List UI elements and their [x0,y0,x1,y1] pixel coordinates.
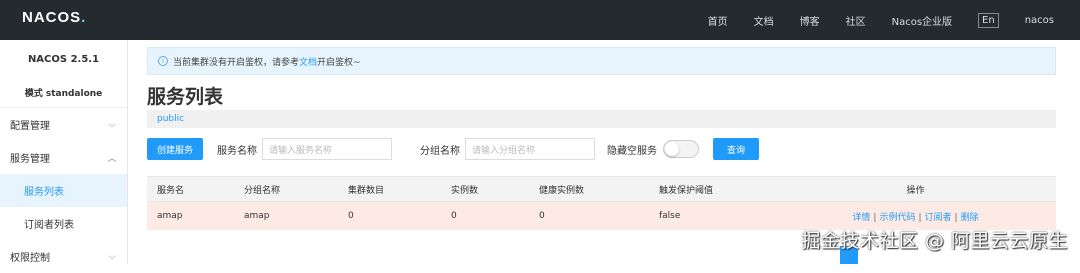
group-name-input[interactable]: 请输入分组名称 [465,138,596,160]
chevron-down-icon: ⌵ [108,119,116,130]
subscribers-link[interactable]: 订阅者 [925,213,952,223]
cell-healthy: 0 [539,211,545,221]
toggle-knob [665,142,680,156]
chevron-down-icon: ⌵ [108,251,116,262]
nav-enterprise[interactable]: Nacos企业版 [892,13,952,28]
filter-bar: 创建服务 服务名称 请输入服务名称 分组名称 请输入分组名称 隐藏空服务 查询 [147,137,760,161]
sidebar-item-auth[interactable]: 权限控制 ⌵ [0,240,127,273]
col-ops: 操作 [906,185,925,196]
create-service-button[interactable]: 创建服务 [147,138,204,160]
delete-link[interactable]: 删除 [961,213,979,223]
sample-code-link[interactable]: 示例代码 [879,213,915,223]
language-toggle[interactable]: En [978,12,999,28]
namespace-bar: public [147,110,1056,128]
sidebar-item-service-list[interactable]: 服务列表 [0,174,127,207]
notice-suffix: 开启鉴权~ [317,57,361,68]
page-title: 服务列表 [147,86,224,108]
chevron-up-icon: ︿ [107,154,117,164]
top-navbar: NACOS. 首页 文档 博客 社区 Nacos企业版 En nacos [0,0,1080,40]
service-name-label: 服务名称 [217,145,258,157]
col-threshold: 触发保护阈值 [659,185,714,196]
col-clusters: 集群数目 [348,185,385,196]
detail-link[interactable]: 详情 [852,213,870,223]
sidebar-item-service[interactable]: 服务管理 ︿ [0,141,127,174]
service-table: 服务名 分组名称 集群数目 实例数 健康实例数 触发保护阈值 操作 amap a… [147,176,1056,230]
sidebar-mode: 模式 standalone [0,78,127,108]
nacos-logo[interactable]: NACOS. [22,9,86,26]
sidebar: NACOS 2.5.1 模式 standalone 配置管理 ⌵ 服务管理 ︿ … [0,40,128,264]
cell-ops: 详情 | 示例代码 | 订阅者 | 删除 [852,212,979,223]
cell-group: amap [244,211,270,221]
sidebar-item-label: 权限控制 [10,253,50,264]
col-instances: 实例数 [451,185,479,196]
auth-notice: i 当前集群没有开启鉴权，请参考 文档 开启鉴权~ [147,47,1056,75]
query-button[interactable]: 查询 [713,138,760,160]
nav-docs[interactable]: 文档 [754,13,774,28]
sidebar-item-label: 配置管理 [10,121,50,132]
watermark: 掘金技术社区 @ 阿里云云原生 [801,230,1068,252]
sidebar-item-config[interactable]: 配置管理 ⌵ [0,108,127,141]
sidebar-version: NACOS 2.5.1 [27,53,100,65]
hide-empty-toggle[interactable] [663,140,700,158]
table-header: 服务名 分组名称 集群数目 实例数 健康实例数 触发保护阈值 操作 [147,176,1056,202]
hide-empty-label: 隐藏空服务 [607,145,658,157]
nav-blog[interactable]: 博客 [800,13,820,28]
group-name-label: 分组名称 [420,145,461,157]
notice-docs-link[interactable]: 文档 [299,55,317,68]
service-name-input[interactable]: 请输入服务名称 [262,138,393,160]
cell-service: amap [157,211,183,221]
sidebar-item-subscribers[interactable]: 订阅者列表 [0,207,127,240]
info-icon: i [158,56,168,66]
namespace-public[interactable]: public [157,114,184,124]
nav-community[interactable]: 社区 [846,13,866,28]
sidebar-item-label: 服务管理 [10,154,50,165]
col-group: 分组名称 [244,185,281,196]
top-nav: 首页 文档 博客 社区 Nacos企业版 En nacos [708,0,1080,40]
col-service: 服务名 [157,185,185,196]
user-menu[interactable]: nacos [1025,15,1054,26]
cell-instances: 0 [451,211,457,221]
notice-prefix: 当前集群没有开启鉴权，请参考 [173,57,300,68]
col-healthy: 健康实例数 [539,185,585,196]
cell-threshold: false [659,211,681,221]
cell-clusters: 0 [348,211,354,221]
nav-home[interactable]: 首页 [708,13,728,28]
